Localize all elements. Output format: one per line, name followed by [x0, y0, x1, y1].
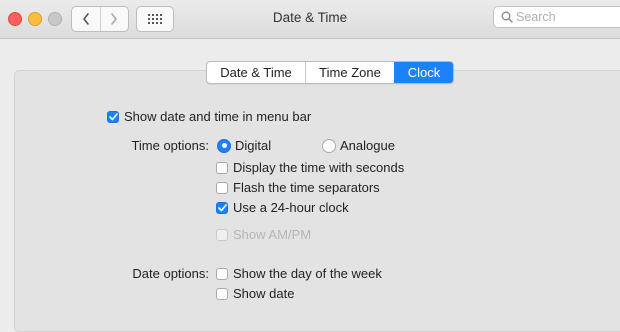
- tab-time-zone[interactable]: Time Zone: [305, 62, 394, 83]
- seconds-option[interactable]: Display the time with seconds: [216, 160, 404, 175]
- seconds-checkbox[interactable]: [216, 161, 228, 174]
- search-input[interactable]: [516, 9, 616, 25]
- show-date-checkbox[interactable]: [216, 287, 228, 300]
- date-options-label: Date options:: [132, 266, 209, 281]
- hour24-label: Use a 24-hour clock: [233, 200, 349, 215]
- show-in-menu-bar-checkbox[interactable]: [107, 110, 119, 123]
- show-date-label: Show date: [233, 286, 295, 301]
- show-in-menu-bar-option[interactable]: Show date and time in menu bar: [107, 109, 311, 124]
- analogue-radio[interactable]: [322, 138, 336, 153]
- day-of-week-checkbox[interactable]: [216, 267, 228, 280]
- day-of-week-option[interactable]: Show the day of the week: [216, 266, 382, 281]
- checkmark-icon: [108, 112, 118, 120]
- analogue-label: Analogue: [340, 138, 395, 153]
- digital-label: Digital: [235, 138, 272, 153]
- digital-radio[interactable]: [217, 138, 231, 153]
- show-in-menu-bar-label: Show date and time in menu bar: [124, 109, 312, 124]
- search-icon: [501, 11, 513, 23]
- hour24-checkbox[interactable]: [216, 201, 228, 214]
- show-ampm-option: Show AM/PM: [216, 227, 311, 242]
- flash-separators-checkbox[interactable]: [216, 181, 228, 194]
- digital-option[interactable]: Digital: [217, 138, 271, 153]
- day-of-week-label: Show the day of the week: [233, 266, 382, 281]
- show-ampm-label: Show AM/PM: [233, 227, 312, 242]
- analogue-option[interactable]: Analogue: [322, 138, 395, 153]
- tab-clock[interactable]: Clock: [394, 62, 453, 83]
- show-date-option[interactable]: Show date: [216, 286, 294, 301]
- tab-bar: Date & Time Time Zone Clock: [206, 61, 454, 84]
- seconds-label: Display the time with seconds: [233, 160, 405, 175]
- show-ampm-checkbox: [216, 228, 228, 241]
- hour24-option[interactable]: Use a 24-hour clock: [216, 200, 349, 215]
- flash-separators-label: Flash the time separators: [233, 180, 380, 195]
- time-options-label: Time options:: [131, 138, 209, 153]
- title-bar: Date & Time: [0, 0, 620, 39]
- checkmark-icon: [217, 203, 227, 211]
- search-box[interactable]: [493, 6, 620, 28]
- flash-separators-option[interactable]: Flash the time separators: [216, 180, 380, 195]
- tab-date-time[interactable]: Date & Time: [207, 62, 305, 83]
